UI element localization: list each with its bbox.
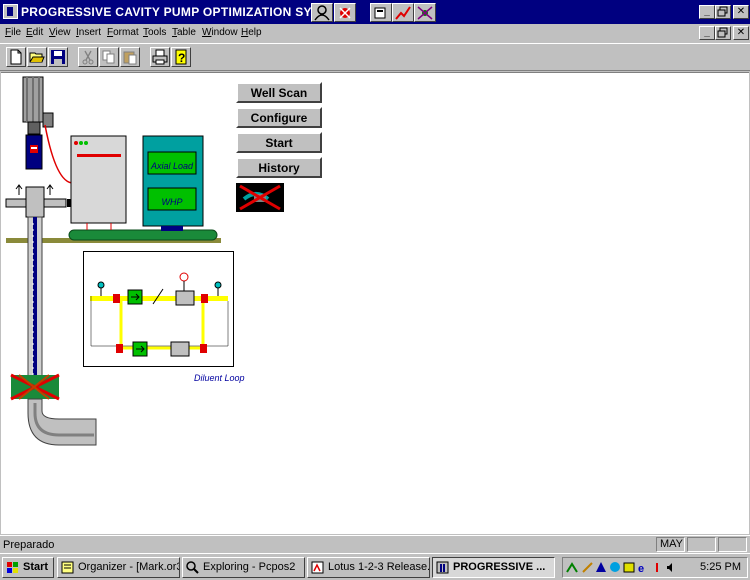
history-button[interactable]: History [236, 157, 322, 178]
alarm-icon[interactable] [334, 3, 356, 22]
status-pane-empty-1 [687, 537, 716, 552]
volume-tray-icon [667, 563, 672, 572]
menu-help[interactable]: Help [241, 27, 262, 38]
svg-text:e: e [638, 563, 644, 574]
task-exploring[interactable]: Exploring - Pcpos2 [182, 557, 305, 578]
window-icon[interactable] [370, 3, 392, 22]
print-icon[interactable] [150, 47, 170, 67]
svg-text:?: ? [178, 51, 185, 65]
menu-bar: File Edit View Insert Format Tools Table… [0, 24, 750, 42]
menu-view[interactable]: View [49, 27, 71, 38]
menu-insert[interactable]: Insert [76, 27, 101, 38]
globe-tray-icon [610, 562, 620, 572]
menu-tools[interactable]: Tools [143, 27, 166, 38]
organizer-icon [61, 561, 74, 574]
copy-icon[interactable] [99, 47, 119, 67]
new-document-icon[interactable] [6, 47, 26, 67]
paste-icon[interactable] [120, 47, 140, 67]
status-pane-may: MAY [656, 537, 685, 552]
client-area: Axial Load WHP Diluent Loop Well Scan Co… [1, 72, 749, 534]
save-icon[interactable] [48, 47, 68, 67]
monitor-tray-icon [596, 562, 606, 572]
menu-edit[interactable]: Edit [26, 27, 43, 38]
cut-icon[interactable] [78, 47, 98, 67]
network-tray-icon [566, 562, 578, 573]
start-label: Start [23, 561, 49, 573]
taskbar: Start Organizer - [Mark.or3] Exploring -… [0, 553, 750, 580]
menu-table[interactable]: Table [172, 27, 196, 38]
doc-restore-button[interactable] [715, 26, 731, 40]
menu-format[interactable]: Format [107, 27, 139, 38]
task-label: Lotus 1-2-3 Release... [328, 561, 430, 573]
help-icon[interactable]: ? [171, 47, 191, 67]
system-tray: e 5:25 PM [562, 557, 748, 578]
well-scan-button[interactable]: Well Scan [236, 82, 322, 103]
task-lotus[interactable]: Lotus 1-2-3 Release... [307, 557, 430, 578]
status-bar: Preparado MAY [0, 535, 750, 553]
clock: 5:25 PM [700, 561, 741, 573]
doc-close-button[interactable]: ✕ [733, 26, 749, 40]
java-tray-icon [656, 563, 658, 572]
start-button[interactable]: Start [236, 132, 322, 153]
open-folder-icon[interactable] [27, 47, 47, 67]
network-icon[interactable] [414, 3, 436, 22]
task-label: Exploring - Pcpos2 [203, 561, 296, 573]
diluent-loop-diagram[interactable] [83, 251, 235, 368]
configure-button[interactable]: Configure [236, 107, 322, 128]
axial-load-label: Axial Load [150, 161, 194, 171]
start-menu-button[interactable]: Start [2, 557, 54, 578]
title-bar[interactable]: PROGRESSIVE CAVITY PUMP OPTIMIZATION SYS… [0, 0, 750, 24]
minimize-button[interactable]: _ [699, 5, 715, 19]
task-progressive[interactable]: PROGRESSIVE ... [432, 557, 555, 578]
disconnected-icon[interactable] [236, 183, 284, 212]
app-icon[interactable] [3, 4, 18, 19]
task-label: PROGRESSIVE ... [453, 561, 546, 573]
menu-file[interactable]: File [5, 27, 21, 38]
operator-icon[interactable] [311, 3, 333, 22]
windows-logo-icon [7, 562, 18, 573]
restore-button[interactable] [715, 5, 731, 19]
explorer-tray-icon: e [638, 563, 644, 574]
explorer-icon [186, 561, 199, 574]
trend-icon[interactable] [392, 3, 414, 22]
task-organizer[interactable]: Organizer - [Mark.or3] [57, 557, 180, 578]
pcp-app-icon [436, 561, 449, 574]
lotus-icon [311, 561, 324, 574]
pen-tray-icon [582, 562, 593, 573]
window-title: PROGRESSIVE CAVITY PUMP OPTIMIZATION SYS… [21, 5, 311, 19]
diluent-loop-label: Diluent Loop [194, 373, 245, 383]
menu-window[interactable]: Window [202, 27, 238, 38]
book-tray-icon [623, 562, 635, 573]
whp-label: WHP [161, 197, 183, 207]
close-button[interactable]: ✕ [733, 5, 749, 19]
task-label: Organizer - [Mark.or3] [78, 561, 180, 573]
toolbar: ? [0, 43, 750, 71]
status-text: Preparado [3, 539, 55, 551]
status-pane-empty-2 [718, 537, 747, 552]
doc-minimize-button[interactable]: _ [699, 26, 715, 40]
